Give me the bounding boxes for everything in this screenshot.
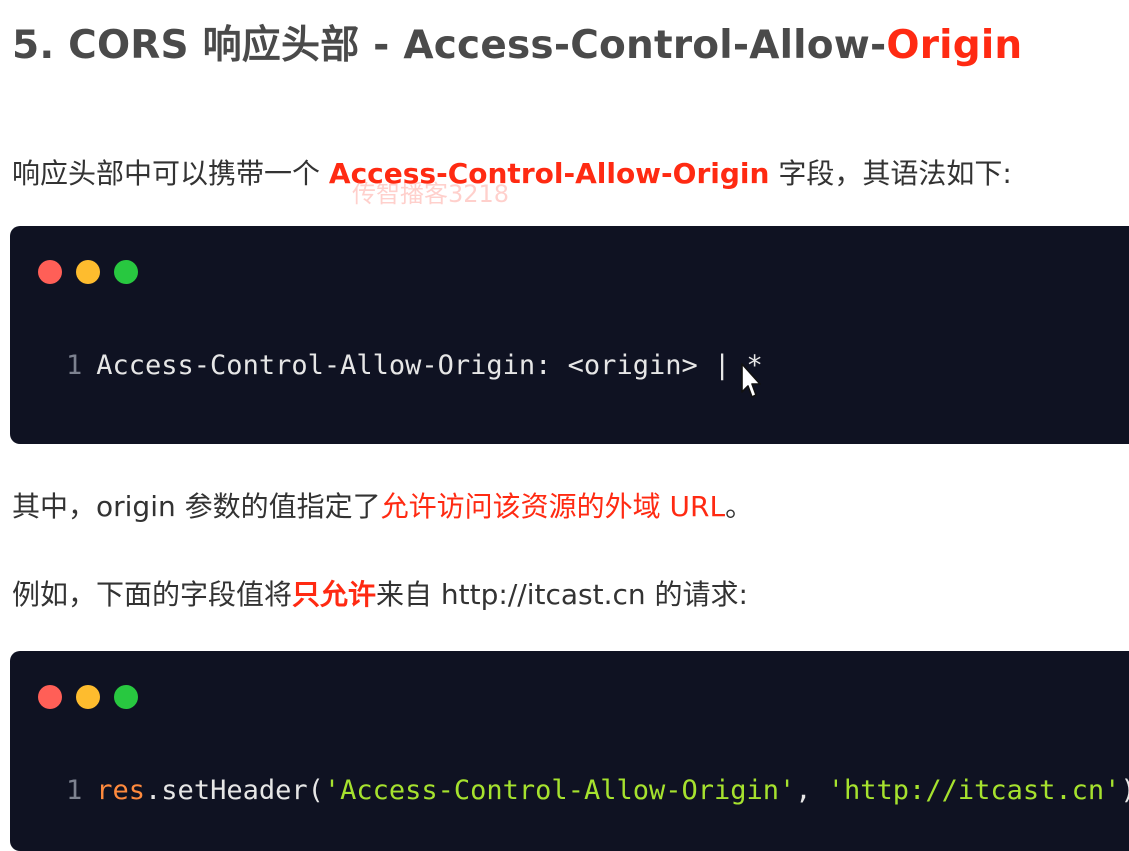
origin-explanation-before: 其中，origin 参数的值指定了 — [12, 490, 381, 523]
page-title: 5. CORS 响应头部 - Access-Control-Allow-Orig… — [12, 14, 1022, 70]
minimize-dot-icon — [76, 260, 100, 284]
minimize-dot-icon — [76, 685, 100, 709]
code-string-header: 'Access-Control-Allow-Origin' — [323, 775, 796, 806]
maximize-dot-icon — [114, 685, 138, 709]
code-line: 1 res.setHeader('Access-Control-Allow-Ori… — [66, 775, 1129, 806]
example-intro-highlight: 只允许 — [292, 578, 377, 611]
code-method: .setHeader( — [145, 775, 324, 806]
syntax-intro-after: 字段，其语法如下: — [769, 157, 1012, 190]
code-window-example: 1 res.setHeader('Access-Control-Allow-Ori… — [10, 651, 1129, 851]
code-separator: , — [795, 775, 828, 806]
code-string-origin: 'http://itcast.cn' — [827, 775, 1121, 806]
maximize-dot-icon — [114, 260, 138, 284]
syntax-intro-highlight: Access-Control-Allow-Origin — [328, 157, 770, 190]
window-controls — [38, 260, 152, 284]
code-line: 1 Access-Control-Allow-Origin: <origin> |… — [66, 350, 763, 381]
page-title-highlight: Origin — [886, 23, 1023, 68]
origin-explanation-highlight: 允许访问该资源的外域 URL — [380, 490, 726, 523]
example-intro-after: 来自 http://itcast.cn 的请求: — [376, 578, 748, 611]
origin-explanation-after: 。 — [725, 490, 754, 523]
code-text: Access-Control-Allow-Origin: <origin> | … — [96, 350, 763, 381]
page-title-prefix: 5. CORS 响应头部 - Access-Control-Allow- — [12, 23, 887, 68]
close-dot-icon — [38, 685, 62, 709]
line-number: 1 — [66, 350, 83, 381]
mouse-cursor-icon — [741, 363, 761, 398]
code-object: res — [96, 775, 146, 806]
window-controls — [38, 685, 152, 709]
example-intro-paragraph: 例如，下面的字段值将只允许来自 http://itcast.cn 的请求: — [12, 573, 748, 613]
syntax-intro-before: 响应头部中可以携带一个 — [12, 157, 329, 190]
code-window-syntax: 1 Access-Control-Allow-Origin: <origin> |… — [10, 226, 1129, 444]
syntax-intro-paragraph: 响应头部中可以携带一个 Access-Control-Allow-Origin … — [12, 152, 1012, 192]
origin-explanation-paragraph: 其中，origin 参数的值指定了允许访问该资源的外域 URL。 — [12, 485, 753, 525]
line-number: 1 — [66, 775, 83, 806]
close-dot-icon — [38, 260, 62, 284]
code-close-paren: ) — [1120, 775, 1129, 806]
example-intro-before: 例如，下面的字段值将 — [12, 578, 293, 611]
